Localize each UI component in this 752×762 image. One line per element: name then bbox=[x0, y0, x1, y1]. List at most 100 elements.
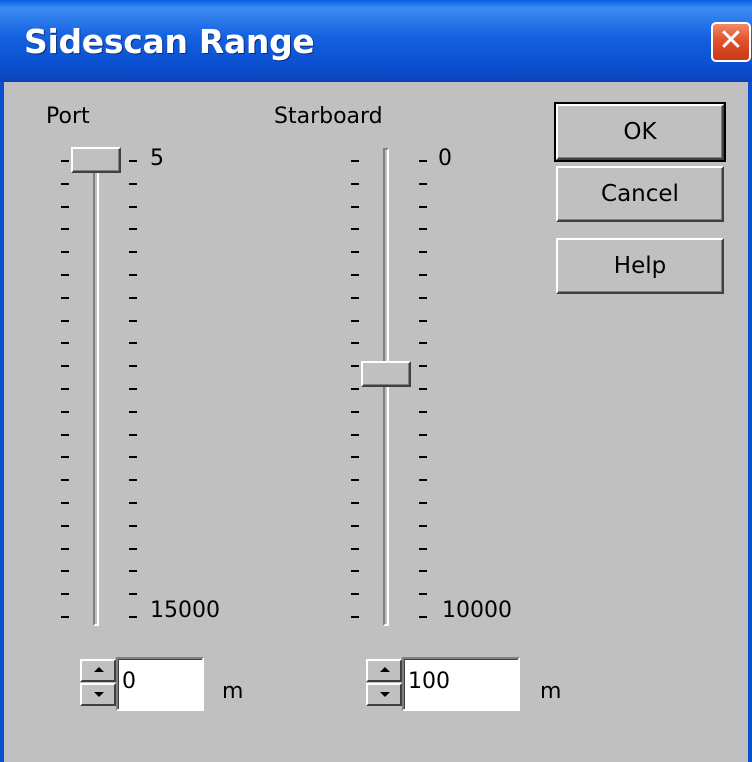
port-slider-tick bbox=[129, 616, 137, 618]
starboard-spin-up-button[interactable] bbox=[366, 659, 402, 682]
starboard-slider-tick bbox=[351, 410, 359, 413]
starboard-slider-tick bbox=[351, 228, 359, 231]
port-slider-tick bbox=[129, 524, 137, 527]
port-spinner[interactable] bbox=[80, 659, 116, 707]
port-value-input[interactable]: 0 bbox=[116, 657, 204, 711]
port-slider-tick bbox=[129, 342, 137, 345]
port-slider-tick bbox=[61, 388, 69, 390]
port-slider-tick bbox=[61, 228, 69, 231]
port-slider-tick bbox=[61, 342, 69, 345]
port-slider-tick bbox=[61, 616, 69, 618]
close-button[interactable]: ✕ bbox=[711, 22, 751, 62]
sidescan-range-dialog: Sidescan Range ✕ Port 5 15000 0 m Starbo… bbox=[0, 0, 752, 762]
port-min-label: 15000 bbox=[150, 598, 220, 623]
starboard-spin-down-button[interactable] bbox=[366, 683, 402, 706]
port-slider-tick bbox=[61, 274, 69, 276]
starboard-slider-tick bbox=[419, 616, 427, 618]
starboard-slider-tick bbox=[419, 502, 427, 504]
starboard-slider[interactable] bbox=[334, 142, 534, 632]
title-bar[interactable]: Sidescan Range ✕ bbox=[0, 0, 752, 82]
port-spin-up-button[interactable] bbox=[80, 659, 116, 682]
starboard-slider-tick bbox=[351, 160, 359, 162]
port-label: Port bbox=[46, 104, 90, 129]
port-slider-tick bbox=[129, 570, 137, 573]
port-slider-tick bbox=[61, 182, 69, 185]
port-slider-tick bbox=[61, 593, 69, 596]
port-slider-tick bbox=[61, 410, 69, 413]
port-slider-tick bbox=[129, 547, 137, 550]
port-slider-tick bbox=[129, 182, 137, 185]
port-slider-tick bbox=[129, 296, 137, 299]
starboard-slider-tick bbox=[351, 251, 359, 254]
starboard-slider-tick bbox=[351, 342, 359, 345]
starboard-slider-tick bbox=[351, 479, 359, 482]
port-slider-tick bbox=[61, 205, 69, 208]
starboard-slider-tick bbox=[419, 410, 427, 413]
port-slider-tick bbox=[61, 479, 69, 482]
starboard-slider-tick bbox=[419, 274, 427, 276]
arrow-up-icon bbox=[94, 667, 104, 672]
port-slider-tick bbox=[61, 456, 69, 459]
port-slider[interactable] bbox=[44, 142, 244, 632]
window-title: Sidescan Range bbox=[24, 22, 315, 61]
port-max-label: 5 bbox=[150, 146, 164, 171]
starboard-slider-tick bbox=[419, 524, 427, 527]
port-slider-tick bbox=[129, 456, 137, 459]
starboard-slider-tick bbox=[351, 547, 359, 550]
close-icon: ✕ bbox=[718, 23, 744, 58]
starboard-spinner[interactable] bbox=[366, 659, 402, 707]
starboard-value-input[interactable]: 100 bbox=[402, 657, 520, 711]
port-slider-tick bbox=[129, 479, 137, 482]
starboard-slider-tick bbox=[419, 388, 427, 390]
starboard-slider-tick bbox=[351, 456, 359, 459]
starboard-slider-tick bbox=[351, 365, 359, 368]
starboard-slider-tick bbox=[351, 319, 359, 322]
ok-button[interactable]: OK bbox=[554, 102, 726, 162]
starboard-slider-tick bbox=[419, 456, 427, 459]
arrow-down-icon bbox=[94, 692, 104, 697]
starboard-slider-tick bbox=[351, 502, 359, 504]
starboard-unit-label: m bbox=[540, 679, 562, 704]
cancel-button[interactable]: Cancel bbox=[556, 166, 724, 222]
port-slider-tick bbox=[61, 160, 69, 162]
port-spin-down-button[interactable] bbox=[80, 683, 116, 706]
starboard-slider-tick bbox=[419, 593, 427, 596]
starboard-slider-tick bbox=[351, 274, 359, 276]
starboard-max-label: 0 bbox=[438, 146, 452, 171]
arrow-up-icon bbox=[380, 667, 390, 672]
port-slider-tick bbox=[61, 433, 69, 436]
starboard-slider-tick bbox=[419, 570, 427, 573]
starboard-slider-tick bbox=[419, 160, 427, 162]
port-slider-tick bbox=[129, 410, 137, 413]
port-slider-tick bbox=[61, 296, 69, 299]
starboard-slider-tick bbox=[419, 479, 427, 482]
starboard-slider-tick bbox=[351, 388, 359, 390]
starboard-slider-tick bbox=[419, 228, 427, 231]
port-slider-tick bbox=[129, 160, 137, 162]
port-slider-tick bbox=[129, 319, 137, 322]
starboard-slider-tick bbox=[351, 616, 359, 618]
port-slider-thumb[interactable] bbox=[71, 147, 121, 173]
port-slider-tick bbox=[129, 228, 137, 231]
starboard-label: Starboard bbox=[274, 104, 383, 129]
port-slider-tick bbox=[61, 524, 69, 527]
starboard-slider-tick bbox=[351, 570, 359, 573]
port-slider-tick bbox=[129, 365, 137, 368]
starboard-slider-tick bbox=[419, 182, 427, 185]
port-slider-tick bbox=[129, 388, 137, 390]
starboard-slider-tick bbox=[419, 319, 427, 322]
starboard-slider-tick bbox=[419, 547, 427, 550]
starboard-slider-tick bbox=[351, 205, 359, 208]
port-slider-tick bbox=[129, 502, 137, 504]
port-slider-tick bbox=[129, 251, 137, 254]
port-slider-tick bbox=[61, 547, 69, 550]
starboard-slider-thumb[interactable] bbox=[361, 361, 411, 388]
help-button[interactable]: Help bbox=[556, 238, 724, 294]
arrow-down-icon bbox=[380, 692, 390, 697]
starboard-slider-tick bbox=[351, 593, 359, 596]
port-slider-tick bbox=[61, 319, 69, 322]
starboard-slider-tick bbox=[351, 524, 359, 527]
port-slider-tick bbox=[61, 570, 69, 573]
port-slider-tick bbox=[61, 365, 69, 368]
port-slider-tick bbox=[129, 205, 137, 208]
